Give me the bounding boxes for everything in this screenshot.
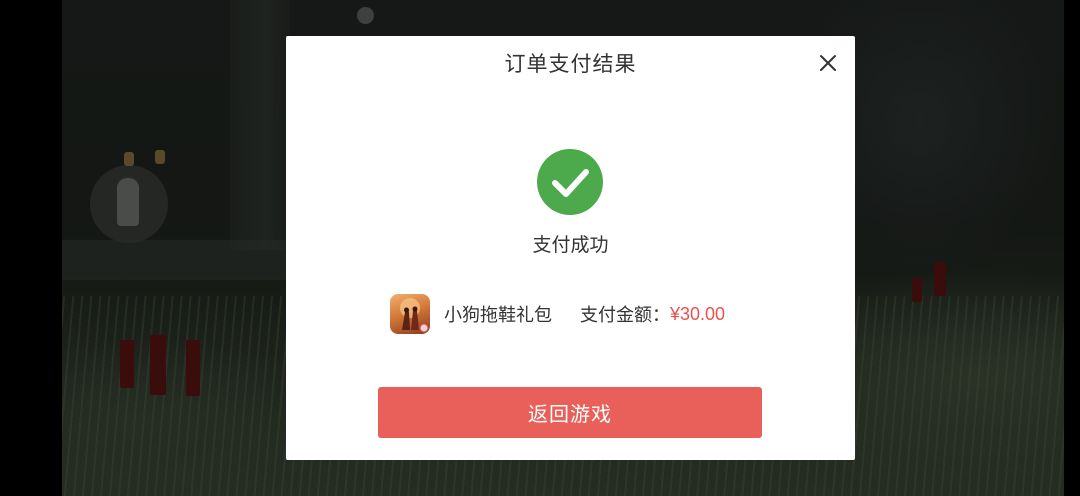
scene-candle	[934, 262, 946, 296]
order-summary: 小狗拖鞋礼包 支付金额： ¥30.00	[390, 294, 725, 334]
close-icon	[820, 55, 836, 71]
screen-edge-right	[1064, 0, 1080, 496]
scene-candle	[120, 340, 134, 388]
product-name: 小狗拖鞋礼包	[444, 305, 552, 326]
dialog-title: 订单支付结果	[504, 52, 637, 76]
avatar-candle-flame	[124, 152, 134, 166]
scene-ledge	[60, 240, 300, 280]
payment-status-text: 支付成功	[532, 234, 609, 256]
scene-candle	[186, 340, 200, 396]
scene-candle	[912, 278, 922, 302]
close-button[interactable]	[813, 48, 843, 78]
scene-pillar	[230, 0, 290, 250]
player-avatar-figure	[117, 178, 139, 226]
scene-candle	[150, 335, 166, 395]
scene-light-orb	[357, 7, 374, 24]
avatar-candle-flame	[155, 150, 165, 164]
amount-label: 支付金额：	[580, 305, 670, 326]
game-artwork-icon	[390, 294, 430, 334]
payment-result-dialog: 订单支付结果 支付成功 小狗拖鞋礼包 支付金额： ¥30.00 返回游戏	[286, 36, 855, 460]
checkmark-circle-icon	[537, 149, 603, 215]
amount-value: ¥30.00	[670, 303, 726, 324]
screen-edge-left	[0, 0, 62, 496]
return-to-game-button[interactable]: 返回游戏	[378, 387, 762, 438]
